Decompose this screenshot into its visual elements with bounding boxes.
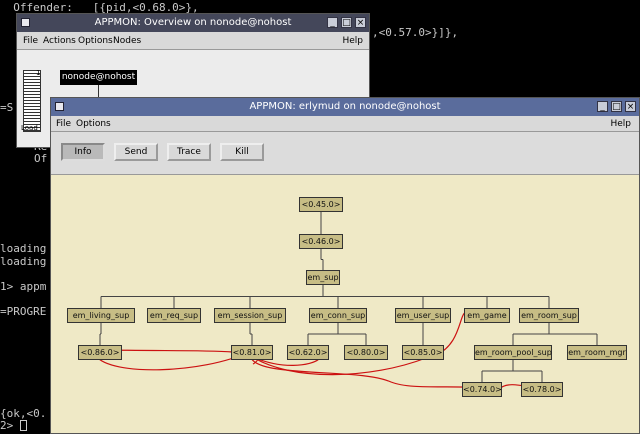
window-menu-icon[interactable] <box>55 102 64 111</box>
process-tree-canvas: <0.45.0> <0.46.0> em_sup em_living_sup em_re… <box>51 174 639 433</box>
process-node[interactable]: em_room_sup <box>519 308 579 323</box>
load-gauge-top-label: 1 <box>36 69 41 77</box>
link-86-81-lower <box>110 349 234 353</box>
node-button[interactable]: nonode@nohost <box>60 70 137 85</box>
maximize-icon[interactable]: □ <box>611 101 622 112</box>
terminal-line-of: Of <box>34 152 48 165</box>
process-node[interactable]: em_conn_sup <box>309 308 367 323</box>
erlymud-menubar: File Options Help <box>51 116 639 132</box>
process-node[interactable]: em_user_sup <box>395 308 451 323</box>
menu-actions[interactable]: Actions <box>43 32 76 50</box>
terminal-offender-tail: ,<0.57.0>}]}, <box>372 26 459 39</box>
menu-options[interactable]: Options <box>76 116 111 132</box>
process-node[interactable]: <0.80.0> <box>344 345 388 360</box>
link-81-74 <box>250 357 486 389</box>
terminal-appmon-cmd: 1> appm <box>0 280 47 293</box>
process-node[interactable]: <0.45.0> <box>299 197 343 212</box>
process-node[interactable]: em_game <box>464 308 510 323</box>
process-node[interactable]: em_session_sup <box>214 308 286 323</box>
terminal-cursor <box>19 420 27 431</box>
terminal-prompt[interactable]: 2> <box>0 420 27 432</box>
terminal-loading-2: loading <box>0 255 47 268</box>
close-icon[interactable]: × <box>355 17 366 28</box>
process-node[interactable]: <0.86.0> <box>78 345 122 360</box>
process-node[interactable]: <0.85.0> <box>402 345 444 360</box>
trace-button[interactable]: Trace <box>167 143 211 161</box>
load-gauge <box>23 70 41 132</box>
menu-nodes[interactable]: Nodes <box>113 32 141 50</box>
process-node[interactable]: <0.74.0> <box>462 382 502 397</box>
process-node[interactable]: em_living_sup <box>67 308 135 323</box>
erlymud-window: APPMON: erlymud on nonode@nohost _ □ × F… <box>50 97 640 434</box>
process-node[interactable]: <0.62.0> <box>287 345 329 360</box>
process-node[interactable]: em_room_pool_sup <box>474 345 552 360</box>
menu-file[interactable]: File <box>23 32 38 50</box>
load-gauge-label: Load <box>21 124 38 132</box>
process-node[interactable]: <0.46.0> <box>299 234 343 249</box>
terminal-loading-1: loading <box>0 242 47 255</box>
close-icon[interactable]: × <box>625 101 636 112</box>
node-connector <box>98 85 99 97</box>
send-button[interactable]: Send <box>114 143 158 161</box>
menu-help[interactable]: Help <box>610 116 631 132</box>
overview-titlebar[interactable]: APPMON: Overview on nonode@nohost _ □ × <box>17 14 369 32</box>
minimize-icon[interactable]: _ <box>327 17 338 28</box>
erlymud-toolbar: Info Send Trace Kill <box>51 132 639 175</box>
window-menu-icon[interactable] <box>21 18 30 27</box>
process-node[interactable]: em_sup <box>306 270 340 285</box>
menu-options[interactable]: Options <box>78 32 113 50</box>
terminal-progress: =PROGRE <box>0 305 47 318</box>
process-node[interactable]: <0.81.0> <box>231 345 273 360</box>
overview-menubar: File Actions Options Nodes Help <box>17 32 369 50</box>
menu-help[interactable]: Help <box>342 32 363 50</box>
terminal-line-s: =S <box>0 101 14 114</box>
process-node[interactable]: em_room_mgr <box>567 345 627 360</box>
kill-button[interactable]: Kill <box>220 143 264 161</box>
erlymud-title: APPMON: erlymud on nonode@nohost <box>249 101 441 112</box>
process-node[interactable]: <0.78.0> <box>521 382 563 397</box>
link-81-85 <box>250 355 427 376</box>
process-node[interactable]: em_req_sup <box>147 308 201 323</box>
maximize-icon[interactable]: □ <box>341 17 352 28</box>
erlymud-titlebar[interactable]: APPMON: erlymud on nonode@nohost _ □ × <box>51 98 639 116</box>
menu-file[interactable]: File <box>56 116 71 132</box>
overview-title: APPMON: Overview on nonode@nohost <box>94 17 292 28</box>
minimize-icon[interactable]: _ <box>597 101 608 112</box>
info-button[interactable]: Info <box>61 143 105 161</box>
terminal-prompt-text: 2> <box>0 419 20 432</box>
